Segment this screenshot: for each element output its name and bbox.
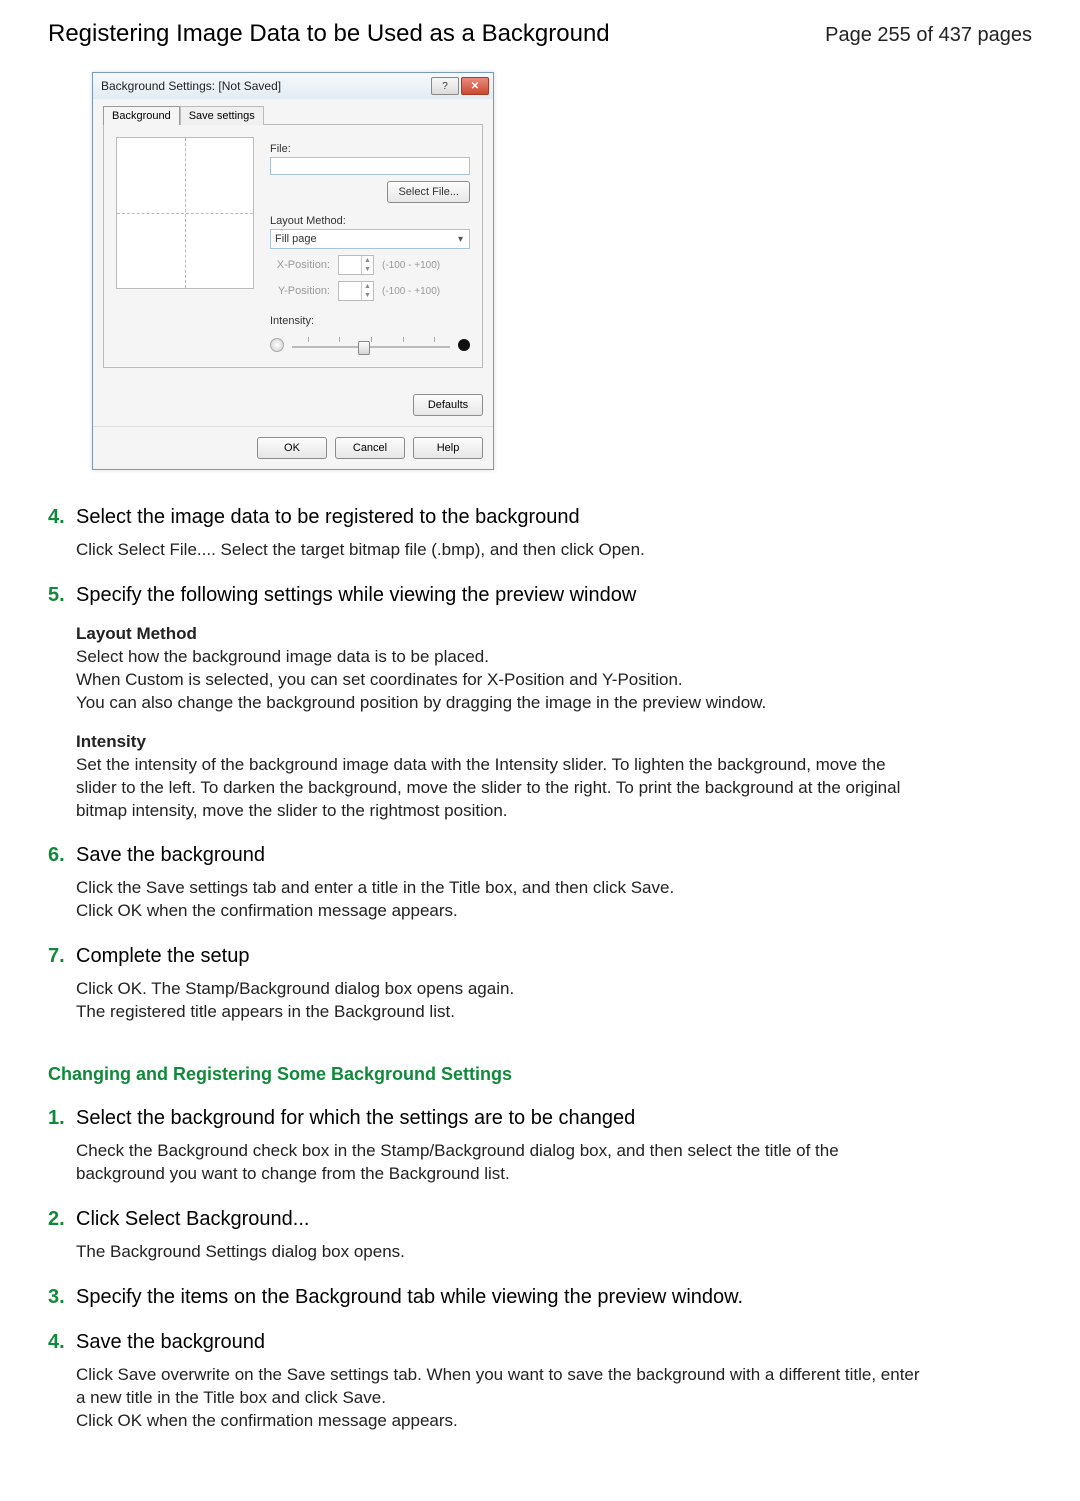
step-number: 1. <box>48 1107 76 1130</box>
sub-text: Set the intensity of the background imag… <box>76 754 926 823</box>
step-title: Select the image data to be registered t… <box>76 506 580 529</box>
step-number: 6. <box>48 844 76 867</box>
help-titlebar-button[interactable]: ? <box>431 77 459 95</box>
step-number: 5. <box>48 584 76 607</box>
intensity-slider-thumb[interactable] <box>358 341 370 355</box>
step-body: Click Save overwrite on the Save setting… <box>76 1364 926 1433</box>
step-title: Specify the following settings while vie… <box>76 584 636 607</box>
y-range-hint: (-100 - +100) <box>382 286 440 297</box>
x-position-spinner: ▲▼ <box>338 255 374 275</box>
step-number: 7. <box>48 945 76 968</box>
sub-heading: Intensity <box>76 731 926 754</box>
file-label: File: <box>270 143 470 155</box>
step-title: Click Select Background... <box>76 1208 309 1231</box>
layout-method-label: Layout Method: <box>270 215 470 227</box>
sub-text: You can also change the background posit… <box>76 692 926 715</box>
step-body: Click Select File.... Select the target … <box>76 539 926 562</box>
step-number: 3. <box>48 1286 76 1309</box>
defaults-button[interactable]: Defaults <box>413 394 483 416</box>
step-title: Save the background <box>76 844 265 867</box>
close-icon[interactable]: ✕ <box>461 77 489 95</box>
intensity-light-icon <box>270 338 284 352</box>
step-body: Click the Save settings tab and enter a … <box>76 877 926 923</box>
step-title: Specify the items on the Background tab … <box>76 1286 743 1309</box>
intensity-label: Intensity: <box>270 315 470 327</box>
step-body: Check the Background check box in the St… <box>76 1140 926 1186</box>
preview-area[interactable] <box>116 137 254 289</box>
sub-text: When Custom is selected, you can set coo… <box>76 669 926 692</box>
intensity-dark-icon <box>458 339 470 351</box>
step-number: 2. <box>48 1208 76 1231</box>
tab-background[interactable]: Background <box>103 106 180 125</box>
step-title: Save the background <box>76 1331 265 1354</box>
sub-text: Select how the background image data is … <box>76 646 926 669</box>
step-title: Select the background for which the sett… <box>76 1107 635 1130</box>
page-title: Registering Image Data to be Used as a B… <box>48 20 610 48</box>
background-settings-dialog: Background Settings: [Not Saved] ? ✕ Bac… <box>92 72 494 470</box>
y-position-spinner: ▲▼ <box>338 281 374 301</box>
intensity-slider[interactable] <box>292 335 450 355</box>
select-file-button[interactable]: Select File... <box>387 181 470 203</box>
x-range-hint: (-100 - +100) <box>382 260 440 271</box>
file-input[interactable] <box>270 157 470 175</box>
tab-save-settings[interactable]: Save settings <box>180 106 264 125</box>
help-button[interactable]: Help <box>413 437 483 459</box>
step-title: Complete the setup <box>76 945 249 968</box>
ok-button[interactable]: OK <box>257 437 327 459</box>
layout-method-select[interactable]: Fill page <box>270 229 470 249</box>
section-heading-change: Changing and Registering Some Background… <box>48 1064 1032 1085</box>
dialog-title: Background Settings: [Not Saved] <box>101 79 281 93</box>
step-number: 4. <box>48 506 76 529</box>
y-position-label: Y-Position: <box>270 285 330 297</box>
step-body: Click OK. The Stamp/Background dialog bo… <box>76 978 926 1024</box>
sub-heading: Layout Method <box>76 623 926 646</box>
x-position-label: X-Position: <box>270 259 330 271</box>
step-number: 4. <box>48 1331 76 1354</box>
layout-method-value: Fill page <box>275 233 317 245</box>
page-count: Page 255 of 437 pages <box>825 24 1032 47</box>
step-body: The Background Settings dialog box opens… <box>76 1241 926 1264</box>
cancel-button[interactable]: Cancel <box>335 437 405 459</box>
